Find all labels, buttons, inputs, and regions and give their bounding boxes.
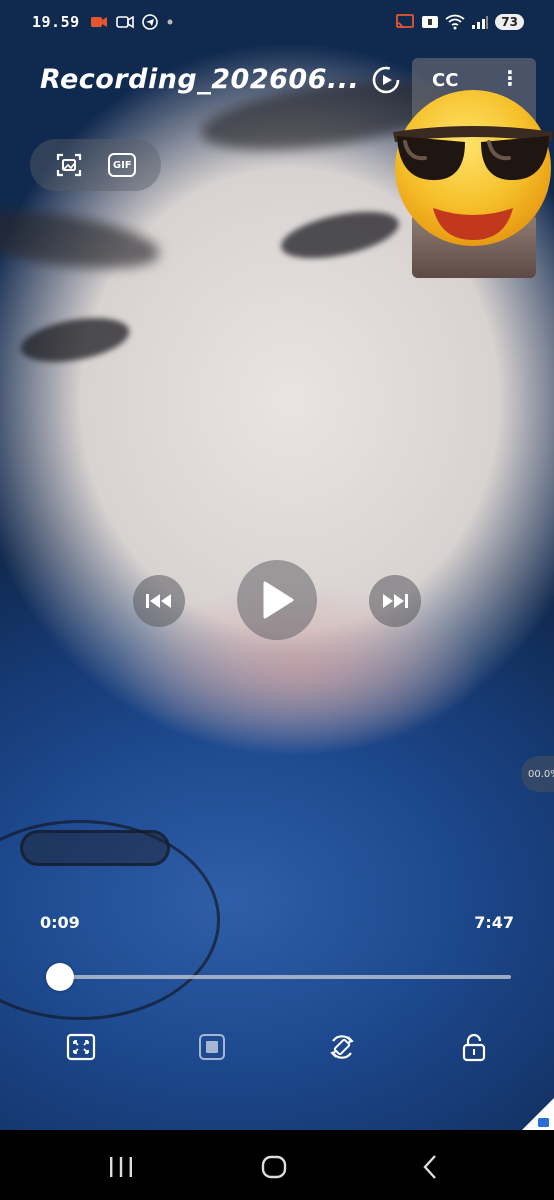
video-record-icon [90,17,107,27]
play-button[interactable] [237,560,317,640]
skip-previous-icon [146,594,171,608]
status-left-icons [90,14,174,30]
fit-screen-icon[interactable] [66,1032,96,1062]
total-time: 7:47 [474,913,514,932]
gif-icon[interactable]: GIF [108,153,137,177]
home-icon[interactable] [259,1152,289,1182]
status-time: 19.59 [32,13,80,31]
signal-icon [472,16,489,29]
capture-toolbar: GIF [30,139,161,191]
video-title: Recording_202606... [40,64,360,95]
sunglasses-emoji-icon [393,90,553,246]
lock-icon[interactable] [459,1032,489,1062]
capture-frame-icon[interactable] [55,152,83,178]
current-time: 0:09 [40,913,80,932]
battery-icon: 73 [495,14,524,30]
skip-next-icon [383,594,408,608]
popup-play-icon[interactable] [197,1032,227,1062]
playback-speed-chip[interactable]: 00.0% [521,756,554,792]
seek-thumb[interactable] [45,963,74,991]
status-right-icons: 73 [395,14,524,30]
back-icon[interactable] [416,1152,446,1182]
status-bar: 19.59 73 [0,0,554,44]
cast-icon [396,14,415,29]
skip-previous-button[interactable] [133,575,185,627]
play-icon [263,581,294,619]
seek-bar[interactable] [51,975,511,979]
notification-icon [422,16,439,28]
video-content-shape [277,202,403,268]
camera-icon [115,15,134,29]
dot-icon [167,19,173,25]
auto-rotate-icon[interactable] [327,1032,357,1062]
recents-icon[interactable] [106,1152,136,1182]
edge-panel-icon[interactable] [520,1098,554,1132]
skip-next-button[interactable] [369,575,421,627]
wifi-icon [445,14,465,30]
video-content-shape [0,201,163,279]
navigation-bar [0,1130,554,1200]
telegram-icon [141,14,158,30]
video-content-shape [20,830,170,866]
video-content-shape [17,310,133,370]
